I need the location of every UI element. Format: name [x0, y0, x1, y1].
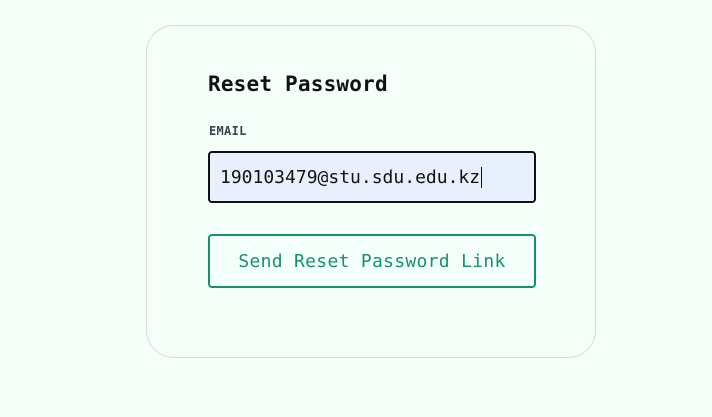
text-caret: [481, 166, 483, 188]
reset-password-card: Reset Password EMAIL 190103479@stu.sdu.e…: [146, 25, 596, 358]
email-field[interactable]: 190103479@stu.sdu.edu.kz: [208, 151, 536, 203]
page-title: Reset Password: [208, 72, 388, 96]
email-field-value: 190103479@stu.sdu.edu.kz: [220, 166, 481, 188]
send-reset-link-button[interactable]: Send Reset Password Link: [208, 234, 536, 288]
email-label: EMAIL: [209, 124, 247, 138]
